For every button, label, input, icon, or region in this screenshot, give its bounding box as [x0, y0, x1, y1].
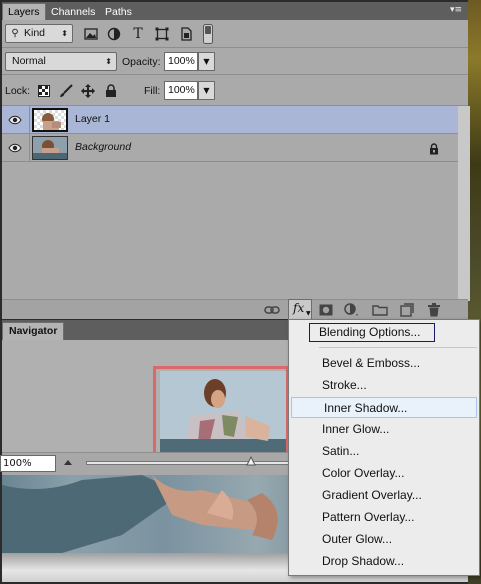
layer-style-menu: Blending Options... Bevel & Emboss... St… — [288, 319, 480, 576]
lock-label: Lock: — [5, 85, 31, 97]
fill-dropdown-arrow-icon[interactable]: ▼ — [198, 81, 215, 100]
lock-icon — [426, 141, 442, 157]
fx-icon: fx — [293, 301, 305, 315]
layer-name[interactable]: Layer 1 — [75, 113, 110, 125]
lock-position-icon[interactable] — [80, 83, 96, 99]
menu-item-color-overlay[interactable]: Color Overlay... — [290, 463, 478, 484]
tab-paths[interactable]: Paths — [100, 4, 137, 20]
menu-item-inner-glow[interactable]: Inner Glow... — [290, 419, 478, 440]
panel-menu-icon[interactable]: ▾≡ — [450, 5, 464, 16]
menu-item-blending-options[interactable]: Blending Options... — [309, 323, 435, 342]
layer-name[interactable]: Background — [75, 141, 131, 153]
fx-button[interactable]: fx ▼ — [288, 299, 312, 320]
layers-footer: fx ▼ — [2, 299, 468, 320]
menu-item-gradient-overlay[interactable]: Gradient Overlay... — [290, 485, 478, 506]
menu-item-outer-glow[interactable]: Outer Glow... — [290, 529, 478, 550]
opacity-field[interactable]: 100% — [164, 52, 198, 71]
menu-item-inner-shadow[interactable]: Inner Shadow... — [291, 397, 477, 418]
blend-row: Normal ⬍ Opacity: 100% ▼ — [2, 48, 468, 75]
lock-transparent-icon[interactable] — [36, 83, 52, 99]
search-icon: ⚲ — [11, 27, 19, 39]
menu-item-drop-shadow[interactable]: Drop Shadow... — [290, 551, 478, 572]
tab-layers[interactable]: Layers — [2, 3, 46, 20]
layer-divider — [29, 106, 30, 134]
new-layer-icon[interactable] — [399, 302, 415, 318]
filter-kind-dropdown[interactable]: ⚲ Kind ⬍ — [5, 24, 73, 43]
layers-panel: Layers Channels Paths ▾≡ ⚲ Kind ⬍ T Norm… — [2, 2, 470, 320]
opacity-label: Opacity: — [122, 56, 161, 68]
blend-mode-value: Normal — [12, 55, 46, 67]
lock-row: Lock: Fill: 100% ▼ — [2, 75, 468, 106]
menu-item-bevel-emboss[interactable]: Bevel & Emboss... — [290, 353, 478, 374]
menu-item-pattern-overlay[interactable]: Pattern Overlay... — [290, 507, 478, 528]
zoom-out-icon[interactable] — [62, 456, 74, 468]
layers-scrollbar[interactable] — [458, 106, 470, 301]
shape-filter-icon[interactable] — [154, 26, 170, 42]
zoom-field[interactable]: 100% — [0, 455, 56, 472]
filter-toggle-icon[interactable] — [203, 24, 213, 44]
filter-row: ⚲ Kind ⬍ T — [2, 20, 468, 48]
link-icon[interactable] — [264, 302, 280, 318]
fill-field[interactable]: 100% — [164, 81, 198, 100]
chevron-updown-icon: ⬍ — [105, 57, 112, 66]
image-filter-icon[interactable] — [83, 26, 99, 42]
layer-divider — [29, 134, 30, 162]
opacity-dropdown-arrow-icon[interactable]: ▼ — [198, 52, 215, 71]
fill-label: Fill: — [144, 85, 161, 97]
layer-thumbnail[interactable] — [32, 108, 68, 132]
blend-mode-dropdown[interactable]: Normal ⬍ — [5, 52, 117, 71]
menu-item-satin[interactable]: Satin... — [290, 441, 478, 462]
filter-kind-label: Kind — [24, 27, 46, 39]
adjustment-filter-icon[interactable] — [106, 26, 122, 42]
type-filter-icon[interactable]: T — [130, 26, 146, 42]
zoom-slider-thumb[interactable] — [246, 455, 256, 466]
menu-divider — [319, 347, 477, 348]
eye-icon[interactable] — [8, 114, 22, 126]
folder-icon[interactable] — [372, 302, 388, 318]
photoshop-window: Layers Channels Paths ▾≡ ⚲ Kind ⬍ T Norm… — [0, 0, 481, 584]
layers-tabbar: Layers Channels Paths ▾≡ — [2, 2, 468, 20]
tab-navigator[interactable]: Navigator — [2, 322, 65, 340]
adjustment-icon[interactable] — [344, 302, 360, 318]
chevron-updown-icon: ⬍ — [61, 29, 68, 38]
navigator-view-frame[interactable] — [153, 366, 289, 463]
layer-row-background[interactable]: Background — [2, 134, 468, 162]
tab-channels[interactable]: Channels — [46, 4, 100, 20]
menu-item-stroke[interactable]: Stroke... — [290, 375, 478, 396]
smart-object-filter-icon[interactable] — [178, 26, 194, 42]
layer-row-layer-1[interactable]: Layer 1 — [2, 106, 468, 134]
trash-icon[interactable] — [426, 302, 442, 318]
eye-icon[interactable] — [8, 142, 22, 154]
chevron-down-icon: ▼ — [306, 310, 311, 317]
mask-icon[interactable] — [318, 302, 334, 318]
layer-thumbnail[interactable] — [32, 136, 68, 160]
lock-all-icon[interactable] — [103, 83, 119, 99]
lock-image-icon[interactable] — [58, 83, 74, 99]
